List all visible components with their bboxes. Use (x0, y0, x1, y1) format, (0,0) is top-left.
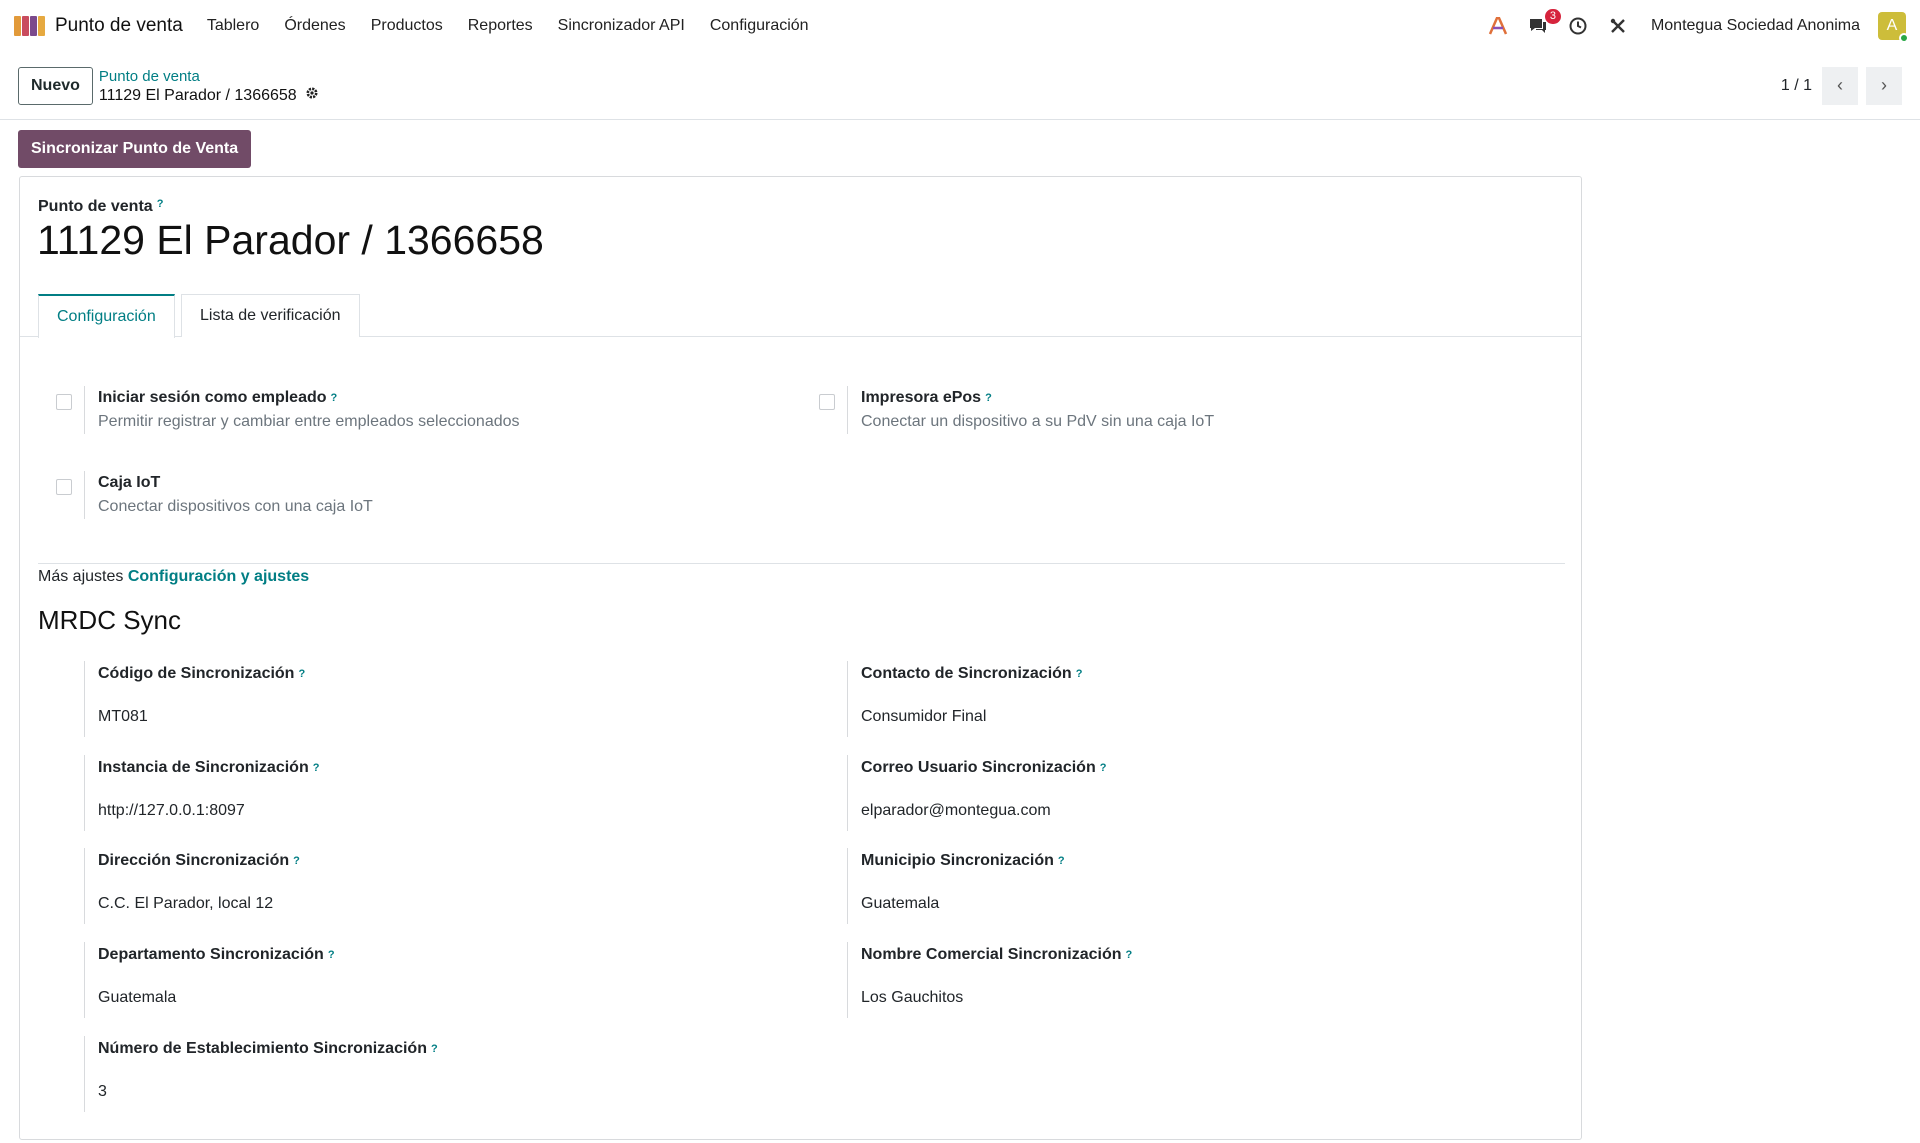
help-tooltip-icon[interactable]: ? (1126, 949, 1133, 961)
pager-next-button[interactable]: › (1866, 66, 1902, 105)
top-navbar: Punto de venta Tablero Órdenes Productos… (0, 0, 1920, 52)
gear-icon[interactable] (305, 86, 319, 105)
setting-description: Conectar dispositivos con una caja IoT (98, 498, 373, 515)
main-menu: Tablero Órdenes Productos Reportes Sincr… (207, 17, 809, 35)
activity-clock-icon[interactable] (1567, 15, 1589, 37)
breadcrumb-current-record: 11129 El Parador / 1366658 (98, 86, 297, 104)
help-tooltip-icon[interactable]: ? (313, 762, 320, 774)
field-sync-code: Código de Sincronización? MT081 (84, 661, 305, 737)
notebook-tabs: Configuración Lista de verificación (20, 294, 1581, 338)
field-label: Nombre Comercial Sincronización (861, 946, 1122, 963)
tab-configuracion[interactable]: Configuración (38, 294, 175, 338)
settings-link[interactable]: Configuración y ajustes (128, 568, 309, 585)
field-label: Número de Establecimiento Sincronización (98, 1040, 427, 1057)
record-title[interactable]: 11129 El Parador / 1366658 (37, 217, 544, 264)
chat-messages-icon[interactable]: 3 (1527, 9, 1561, 37)
form-sheet: Punto de venta? 11129 El Parador / 13666… (19, 176, 1582, 1140)
control-panel: Nuevo Punto de venta 11129 El Parador / … (0, 52, 1920, 120)
breadcrumb-link[interactable]: Punto de venta (99, 67, 319, 86)
field-value[interactable]: Consumidor Final (861, 707, 1082, 727)
menu-productos[interactable]: Productos (371, 17, 443, 35)
menu-reportes[interactable]: Reportes (468, 17, 533, 35)
field-label: Correo Usuario Sincronización (861, 759, 1096, 776)
field-value[interactable]: http://127.0.0.1:8097 (98, 801, 319, 821)
pager-value[interactable]: 1 / 1 (1781, 77, 1812, 95)
field-label: Instancia de Sincronización (98, 759, 309, 776)
record-label: Punto de venta? (38, 198, 163, 216)
help-tooltip-icon[interactable]: ? (157, 198, 164, 210)
pager: 1 / 1 ‹ › (1781, 66, 1902, 105)
help-tooltip-icon[interactable]: ? (293, 855, 300, 867)
section-title: MRDC Sync (38, 605, 182, 635)
setting-description: Conectar un dispositivo a su PdV sin una… (861, 413, 1215, 430)
field-sync-address: Dirección Sincronización? C.C. El Parado… (84, 848, 300, 924)
setting-employee-login: Iniciar sesión como empleado? Permitir r… (56, 386, 520, 434)
chevron-left-icon: ‹ (1837, 75, 1843, 95)
help-tooltip-icon[interactable]: ? (331, 392, 338, 404)
menu-sincronizador-api[interactable]: Sincronizador API (558, 17, 685, 35)
menu-tablero[interactable]: Tablero (207, 17, 259, 35)
setting-title: Iniciar sesión como empleado (98, 389, 327, 406)
help-tooltip-icon[interactable]: ? (985, 392, 992, 404)
help-tooltip-icon[interactable]: ? (328, 949, 335, 961)
help-tooltip-icon[interactable]: ? (1076, 668, 1083, 680)
help-tooltip-icon[interactable]: ? (1058, 855, 1065, 867)
menu-configuracion[interactable]: Configuración (710, 17, 809, 35)
company-switcher[interactable]: Montegua Sociedad Anonima (1651, 17, 1860, 35)
ai-assistant-icon[interactable] (1487, 15, 1509, 37)
sync-pos-button[interactable]: Sincronizar Punto de Venta (18, 130, 252, 168)
field-value[interactable]: C.C. El Parador, local 12 (98, 894, 300, 914)
field-label: Departamento Sincronización (98, 946, 324, 963)
setting-epos-printer: Impresora ePos? Conectar un dispositivo … (819, 386, 1214, 434)
more-settings: Más ajustes Configuración y ajustes (38, 568, 309, 586)
pager-previous-button[interactable]: ‹ (1822, 66, 1858, 105)
section-divider (38, 563, 1565, 564)
field-sync-user-email: Correo Usuario Sincronización? elparador… (847, 755, 1106, 831)
field-sync-contact: Contacto de Sincronización? Consumidor F… (847, 661, 1082, 737)
field-value[interactable]: Guatemala (98, 988, 335, 1008)
field-sync-department: Departamento Sincronización? Guatemala (84, 942, 335, 1018)
help-tooltip-icon[interactable]: ? (1100, 762, 1107, 774)
app-logo-icon[interactable] (14, 16, 45, 36)
field-sync-municipality: Municipio Sincronización? Guatemala (847, 848, 1065, 924)
setting-description: Permitir registrar y cambiar entre emple… (98, 413, 520, 430)
field-label: Código de Sincronización (98, 665, 295, 682)
field-sync-trade-name: Nombre Comercial Sincronización? Los Gau… (847, 942, 1132, 1018)
menu-ordenes[interactable]: Órdenes (284, 17, 345, 35)
new-button[interactable]: Nuevo (18, 66, 93, 105)
help-tooltip-icon[interactable]: ? (298, 668, 305, 680)
field-sync-establishment-number: Número de Establecimiento Sincronización… (84, 1036, 438, 1112)
app-name[interactable]: Punto de venta (55, 15, 183, 37)
record-label-text: Punto de venta (38, 198, 153, 215)
field-sync-instance: Instancia de Sincronización? http://127.… (84, 755, 319, 831)
chat-badge: 3 (1544, 9, 1561, 24)
help-tooltip-icon[interactable]: ? (431, 1043, 438, 1055)
chevron-right-icon: › (1881, 75, 1887, 95)
user-avatar[interactable]: A (1878, 12, 1909, 43)
setting-iot-box: Caja IoT Conectar dispositivos con una c… (56, 471, 373, 519)
action-bar: Sincronizar Punto de Venta (0, 120, 1920, 178)
field-value[interactable]: Guatemala (861, 894, 1065, 914)
field-value[interactable]: elparador@montegua.com (861, 801, 1106, 821)
field-label: Dirección Sincronización (98, 852, 290, 869)
epos-printer-checkbox[interactable] (819, 394, 835, 410)
debug-tools-icon[interactable] (1607, 15, 1629, 37)
setting-title: Impresora ePos (861, 389, 982, 406)
avatar-letter: A (1886, 17, 1898, 34)
field-value[interactable]: 3 (98, 1082, 438, 1102)
online-status-icon (1899, 33, 1909, 43)
field-label: Municipio Sincronización (861, 852, 1054, 869)
field-value[interactable]: MT081 (98, 707, 305, 727)
tab-lista-de-verificacion[interactable]: Lista de verificación (181, 294, 360, 337)
iot-box-checkbox[interactable] (56, 479, 72, 495)
field-label: Contacto de Sincronización (861, 665, 1072, 682)
employee-login-checkbox[interactable] (56, 394, 72, 410)
more-settings-text: Más ajustes (38, 568, 124, 585)
field-value[interactable]: Los Gauchitos (861, 988, 1132, 1008)
setting-title: Caja IoT (98, 474, 161, 491)
